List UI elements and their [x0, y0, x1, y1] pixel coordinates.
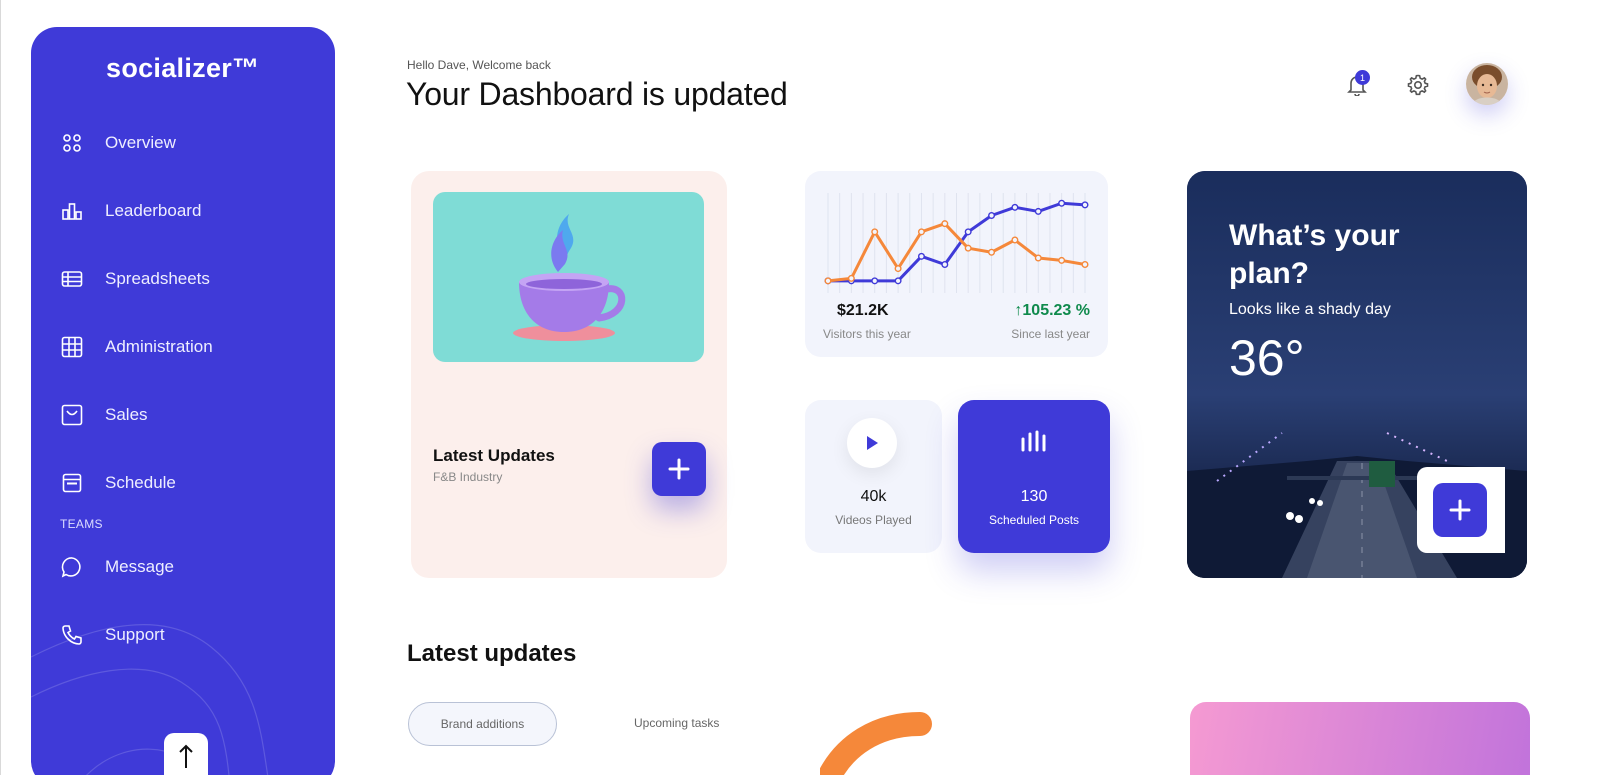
- latest-updates-section-title: Latest updates: [407, 640, 577, 667]
- sidebar-item-label: Sales: [105, 405, 148, 424]
- chart-point: [964, 244, 972, 252]
- videos-played-card: 40k Videos Played: [805, 400, 942, 553]
- weather-subtitle: Looks like a shady day: [1229, 301, 1391, 318]
- bar-chart-icon: [61, 200, 83, 222]
- sidebar-item-label: Administration: [105, 337, 213, 356]
- chat-bubble-icon: [61, 556, 83, 578]
- chart-point: [988, 248, 996, 256]
- temperature: 36°: [1229, 330, 1305, 386]
- chart-point: [871, 277, 879, 285]
- avatar[interactable]: [1466, 63, 1508, 105]
- videos-played-label: Videos Played: [835, 513, 912, 527]
- scheduled-posts-card[interactable]: 130 Scheduled Posts: [958, 400, 1110, 553]
- chart-point: [871, 228, 879, 236]
- shopping-bag-icon: [61, 404, 83, 426]
- updates-title: Latest Updates: [433, 446, 555, 465]
- sidebar-item-label: Leaderboard: [105, 201, 202, 220]
- sidebar-item-schedule[interactable]: Schedule: [61, 467, 176, 499]
- sidebar-item-label: Spreadsheets: [105, 269, 210, 288]
- scroll-up-button[interactable]: [164, 733, 208, 775]
- updates-subtitle: F&B Industry: [433, 470, 503, 484]
- sidebar-item-message[interactable]: Message: [61, 551, 174, 583]
- growth-value: ↑105.23 %: [1014, 302, 1090, 319]
- visitors-line-chart: [824, 193, 1089, 293]
- calendar-icon: [61, 472, 83, 494]
- promo-card: [1190, 702, 1530, 775]
- bars-icon: [1021, 430, 1046, 452]
- sidebar-item-overview[interactable]: Overview: [61, 127, 176, 159]
- sidebar-item-leaderboard[interactable]: Leaderboard: [61, 195, 201, 227]
- phone-icon: [61, 624, 83, 646]
- user-photo: [1466, 63, 1508, 105]
- visitors-value: $21.2K: [837, 302, 889, 319]
- chart-point: [894, 265, 902, 273]
- coffee-cup-illustration: [433, 192, 704, 362]
- add-update-button[interactable]: [652, 442, 706, 496]
- latest-updates-card: Latest Updates F&B Industry: [411, 171, 727, 578]
- spreadsheet-icon: [61, 268, 83, 290]
- notifications-button[interactable]: 1: [1342, 70, 1372, 100]
- chart-point: [824, 277, 832, 285]
- videos-played-value: 40k: [860, 488, 887, 505]
- plus-icon: [668, 458, 690, 480]
- chart-point: [1058, 256, 1066, 264]
- brand-logo: socializer™: [106, 53, 260, 83]
- chart-point: [964, 228, 972, 236]
- grid-icon: [61, 132, 83, 154]
- sidebar-item-sales[interactable]: Sales: [61, 399, 148, 431]
- chart-point: [917, 252, 925, 260]
- visitors-label: Visitors this year: [823, 327, 911, 341]
- chart-point: [1081, 201, 1089, 209]
- sidebar-item-label: Message: [105, 557, 174, 576]
- play-icon: [867, 436, 878, 450]
- tab-brand-additions[interactable]: Brand additions: [408, 702, 557, 746]
- progress-ring-partial: [820, 712, 985, 775]
- chart-point: [894, 277, 902, 285]
- chart-point: [1011, 236, 1019, 244]
- settings-button[interactable]: [1403, 70, 1433, 100]
- greeting-text: Hello Dave, Welcome back: [407, 58, 551, 72]
- weather-card: What’s your plan? Looks like a shady day…: [1187, 171, 1527, 578]
- add-plan-button[interactable]: [1433, 483, 1487, 537]
- scheduled-posts-value: 130: [1020, 488, 1048, 505]
- gear-icon: [1407, 74, 1429, 96]
- arrow-up-icon: [179, 744, 193, 768]
- sidebar-item-administration[interactable]: Administration: [61, 331, 213, 363]
- sidebar-item-label: Schedule: [105, 473, 176, 492]
- sidebar-item-spreadsheets[interactable]: Spreadsheets: [61, 263, 210, 295]
- tab-upcoming-tasks[interactable]: Upcoming tasks: [634, 716, 719, 730]
- chart-point: [988, 212, 996, 220]
- chart-point: [847, 274, 855, 282]
- chart-point: [1034, 254, 1042, 262]
- chart-point: [917, 228, 925, 236]
- play-button[interactable]: [847, 418, 897, 468]
- chart-point: [941, 260, 949, 268]
- weather-title: What’s your plan?: [1229, 219, 1400, 290]
- chart-point: [941, 220, 949, 228]
- notification-badge: 1: [1355, 70, 1370, 85]
- chart-point: [1011, 203, 1019, 211]
- plus-icon: [1449, 499, 1471, 521]
- weather-add-container: [1417, 467, 1505, 553]
- growth-label: Since last year: [1011, 327, 1090, 341]
- sidebar-item-support[interactable]: Support: [61, 619, 165, 651]
- chart-point: [1058, 199, 1066, 207]
- teams-section-label: TEAMS: [60, 517, 103, 531]
- window-edge: [0, 0, 1, 775]
- sidebar-item-label: Overview: [105, 133, 176, 152]
- chart-point: [1034, 207, 1042, 215]
- visitors-chart-card: $21.2K Visitors this year ↑105.23 % Sinc…: [805, 171, 1108, 357]
- table-grid-icon: [61, 336, 83, 358]
- scheduled-posts-label: Scheduled Posts: [988, 513, 1080, 527]
- page-title: Your Dashboard is updated: [406, 76, 788, 112]
- sidebar-item-label: Support: [105, 625, 165, 644]
- chart-point: [1081, 260, 1089, 268]
- sidebar: socializer™ Overview Leaderboard Spreads…: [31, 27, 335, 775]
